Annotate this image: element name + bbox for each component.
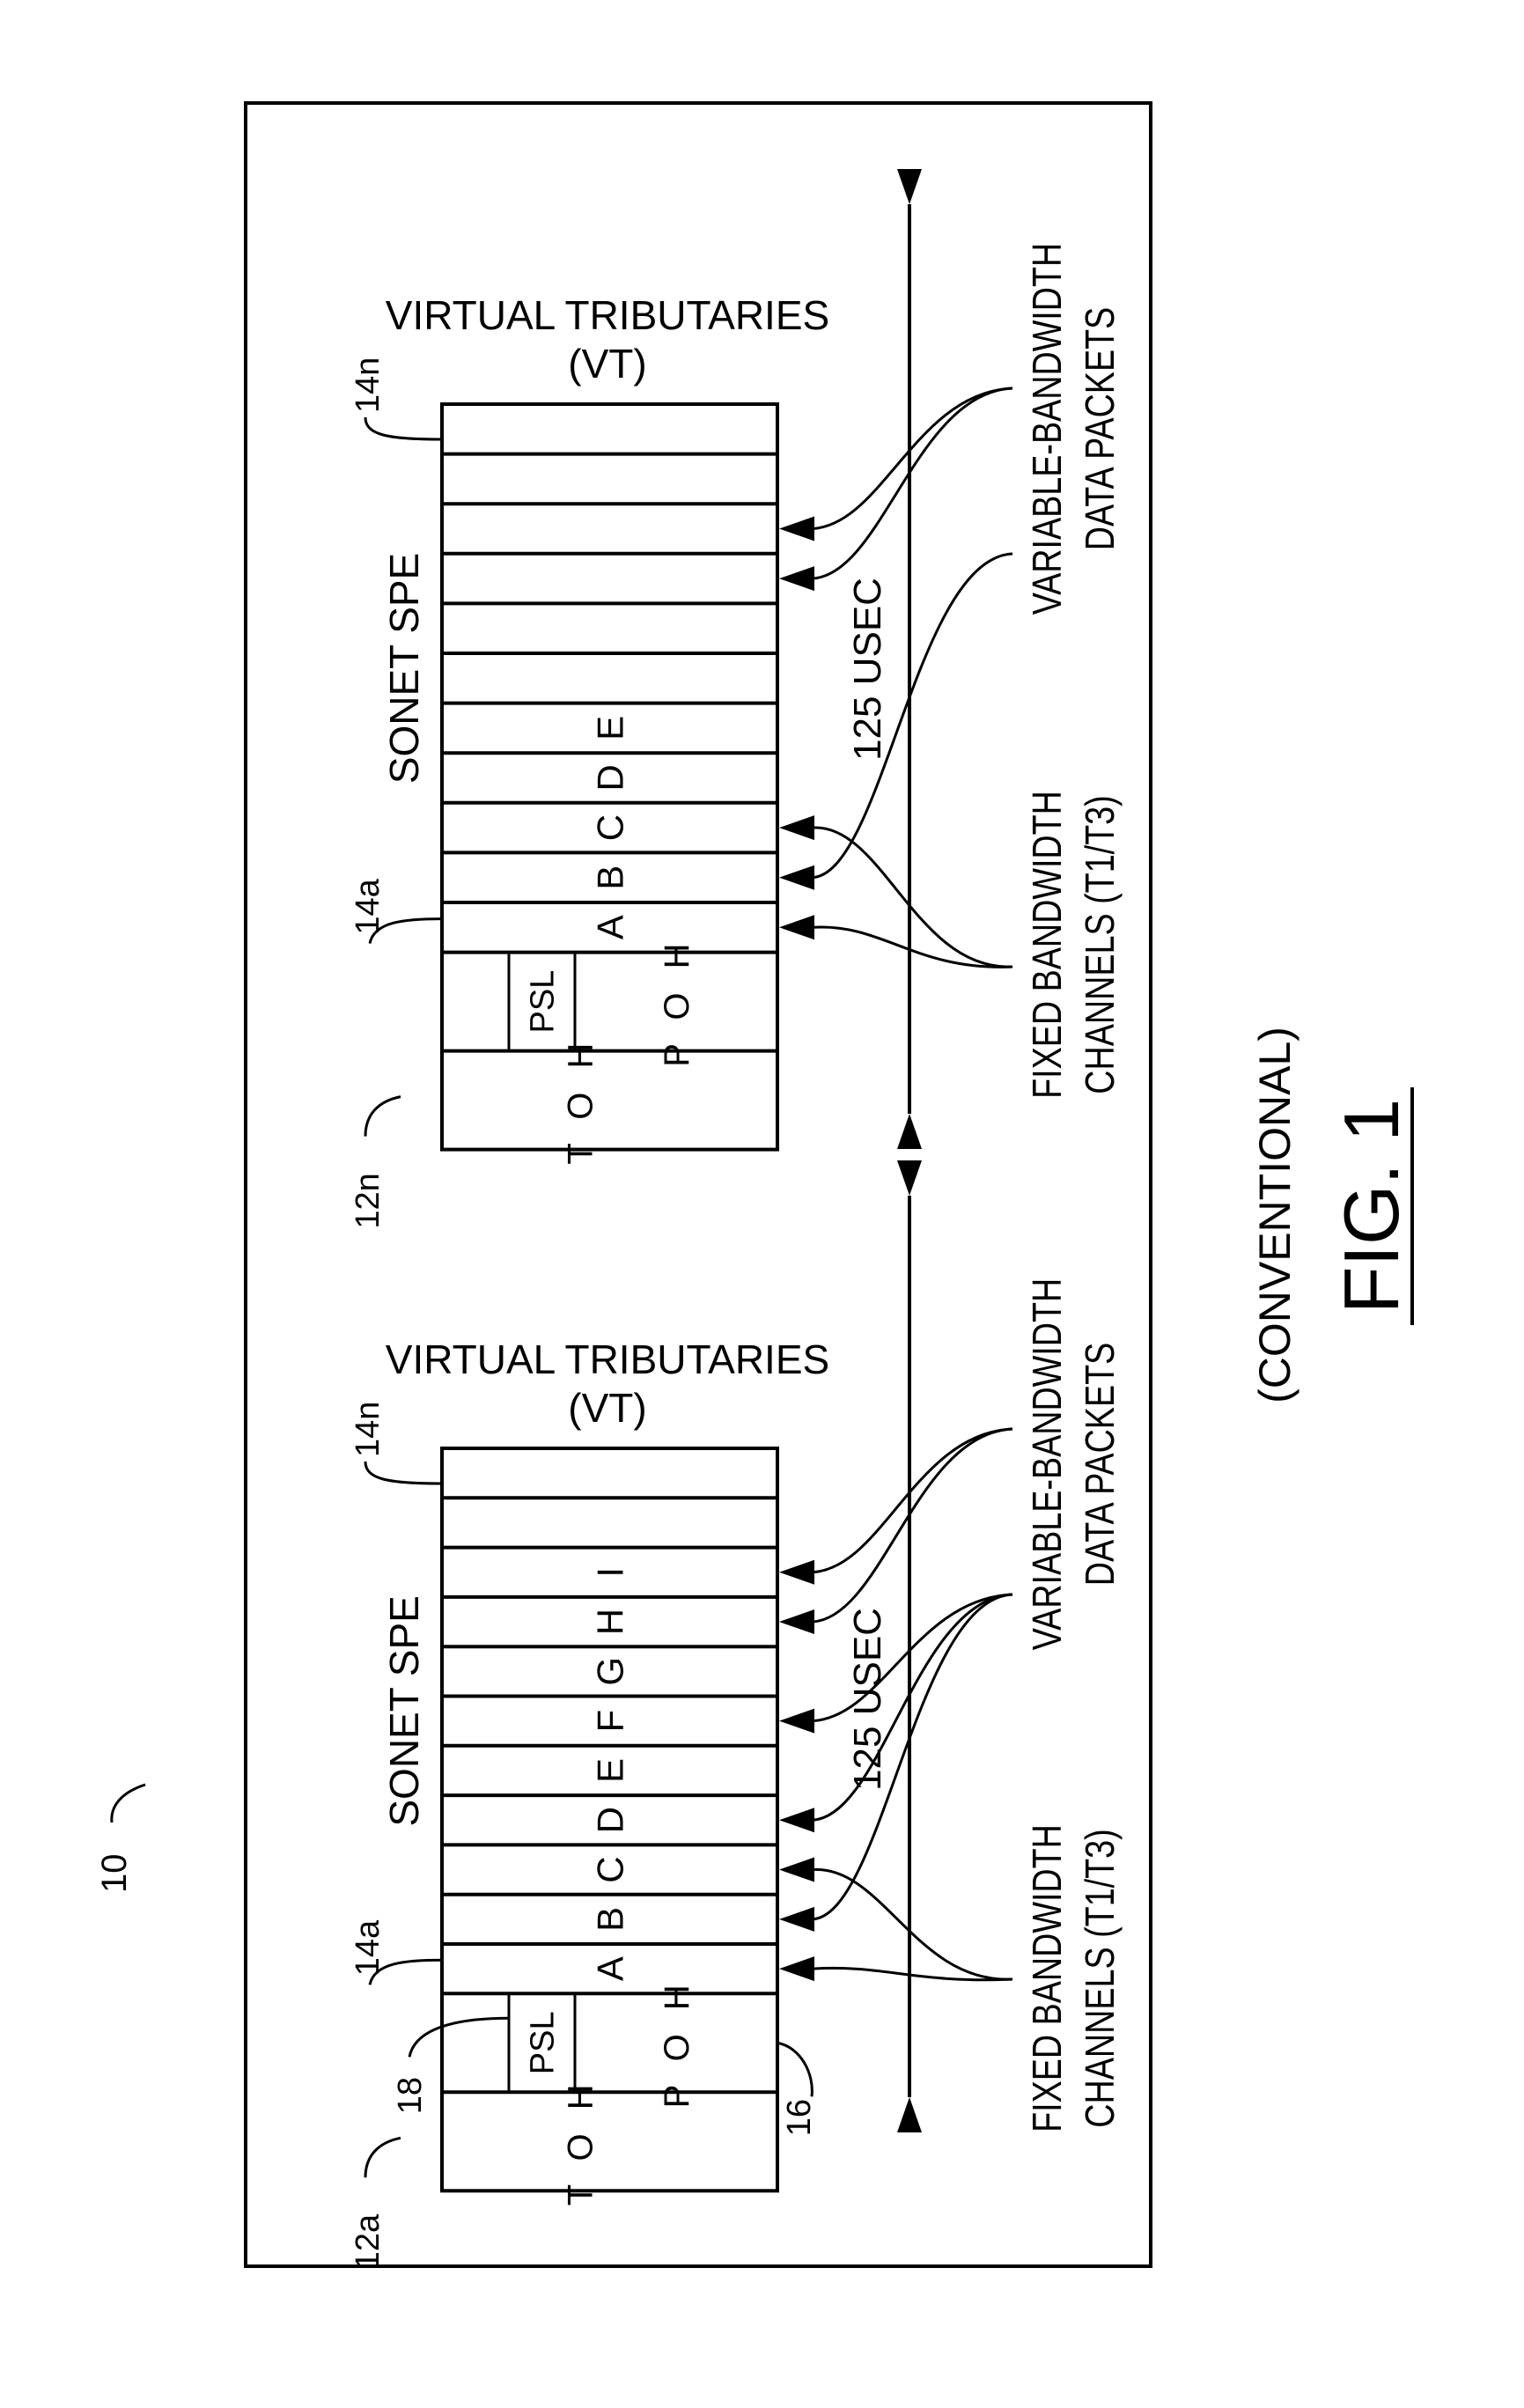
vt-row: E <box>442 716 777 755</box>
vt-row: B <box>442 865 777 904</box>
pointer-curve <box>812 1593 1013 1723</box>
sonet-frame-upper: EDCB A PSL P O H T O H VIRTUAL TRIBUTARIES(VT… <box>350 169 1123 1229</box>
vt-row-label: A <box>590 915 631 939</box>
vt-row: C <box>442 1856 777 1896</box>
psl-label: PSL <box>525 970 562 1034</box>
vt-row-label: D <box>590 764 631 791</box>
arrowhead-icon <box>779 815 814 841</box>
data-packets-label: DATA PACKETS <box>1077 307 1122 551</box>
vt-title-abbrev: (VT) <box>568 341 646 387</box>
ref-16: 16 <box>781 2099 818 2136</box>
arrowhead-icon <box>779 566 814 592</box>
figure-caption: FIG. 1 <box>1328 1099 1415 1314</box>
ref-14a: 14a <box>350 878 387 934</box>
vt-row: A <box>442 1956 777 1996</box>
ref-10-label: 10 <box>95 1854 134 1894</box>
vt-row-label: E <box>590 1758 631 1783</box>
arrowhead-icon <box>779 1708 814 1734</box>
pointer-curve <box>812 387 1013 580</box>
arrowhead-icon <box>779 1956 814 1982</box>
vt-row-label: D <box>590 1807 631 1833</box>
data-packets-label: DATA PACKETS <box>1077 1343 1122 1587</box>
sonet-spe-label: SONET SPE <box>381 553 427 784</box>
pointer-curve <box>812 1427 1013 1624</box>
vt-row: I <box>442 1567 777 1599</box>
pointer-curve <box>812 1868 1013 1981</box>
channels-label: CHANNELS (T1/T3) <box>1077 1829 1122 2127</box>
toh-label: T O H <box>562 2077 600 2205</box>
vt-row-label: F <box>590 1710 631 1733</box>
poh-label: P O H <box>658 1977 696 2108</box>
arrowhead-icon <box>779 1808 814 1833</box>
sonet-spe-label: SONET SPE <box>381 1595 427 1826</box>
vt-row: E <box>442 1758 777 1798</box>
fixed-bandwidth-label: FIXED BANDWIDTH <box>1024 1824 1069 2132</box>
pointer-curve <box>812 1427 1013 1574</box>
vt-row-label: I <box>590 1567 631 1578</box>
vt-title-abbrev: (VT) <box>568 1385 646 1431</box>
vt-row: B <box>442 1907 777 1946</box>
vt-row: H <box>442 1609 777 1649</box>
pointer-curve <box>812 925 1013 968</box>
arrowhead-icon <box>779 1559 814 1585</box>
arrowhead-icon <box>779 915 814 940</box>
poh-label: P O H <box>658 937 696 1067</box>
sonet-frame-lower: I HG F EDCBA PSL P O H T O H VIRTUAL TRIBUTARIE… <box>350 1160 1123 2270</box>
vt-row: G <box>442 1657 777 1698</box>
vt-row-label: H <box>590 1609 631 1635</box>
variable-bandwidth-label: VARIABLE-BANDWIDTH <box>1024 1278 1069 1650</box>
pointer-curve <box>812 826 1013 968</box>
arrowhead-icon <box>779 1609 814 1635</box>
vt-row-label: A <box>590 1956 631 1981</box>
vt-row: A <box>442 915 777 954</box>
ref-18: 18 <box>392 2077 429 2114</box>
ref-14n: 14n <box>350 1402 387 1457</box>
toh-label: T O H <box>562 1036 600 1165</box>
fig1-diagram: 10 EDCBAPSL P O HT O HVIRTUAL TRIBUTARIES… <box>95 101 1415 2270</box>
vt-row-label: C <box>590 814 631 841</box>
subcaption-conventional: (CONVENTIONAL) <box>1250 1027 1299 1403</box>
psl-label: PSL <box>525 2011 562 2074</box>
variable-bandwidth-label: VARIABLE-BANDWIDTH <box>1024 243 1069 615</box>
vt-row-label: B <box>590 865 631 890</box>
pointer-curve <box>812 1593 1013 1822</box>
channels-label: CHANNELS (T1/T3) <box>1077 795 1122 1094</box>
timing-label: 125 USEC <box>846 1608 889 1791</box>
vt-row-label: E <box>590 716 631 740</box>
vt-row: C <box>442 814 777 855</box>
vt-row-label: G <box>590 1657 631 1686</box>
vt-title: VIRTUAL TRIBUTARIES <box>386 1337 829 1382</box>
vt-row-label: B <box>590 1907 631 1932</box>
arrowhead-icon <box>779 1857 814 1882</box>
vt-row-label: C <box>590 1856 631 1882</box>
ref-14a: 14a <box>350 1919 387 1976</box>
pointer-curve <box>812 387 1013 530</box>
fixed-bandwidth-label: FIXED BANDWIDTH <box>1024 791 1069 1099</box>
pointer-curve <box>812 1966 1013 1982</box>
ref-frame: 12a <box>350 2213 387 2270</box>
ref-14n: 14n <box>350 357 387 413</box>
vt-row: F <box>442 1710 777 1748</box>
vt-row: D <box>442 1807 777 1847</box>
arrowhead-icon <box>779 1906 814 1932</box>
vt-row: D <box>442 764 777 805</box>
timing-label: 125 USEC <box>846 578 889 761</box>
pointer-curve <box>812 552 1013 880</box>
arrowhead-icon <box>779 865 814 890</box>
vt-title: VIRTUAL TRIBUTARIES <box>386 292 829 338</box>
arrowhead-icon <box>779 516 814 541</box>
ref-frame: 12n <box>350 1173 387 1228</box>
ref-10: 10 <box>95 1783 146 1894</box>
pointer-curve <box>812 1593 1013 1921</box>
